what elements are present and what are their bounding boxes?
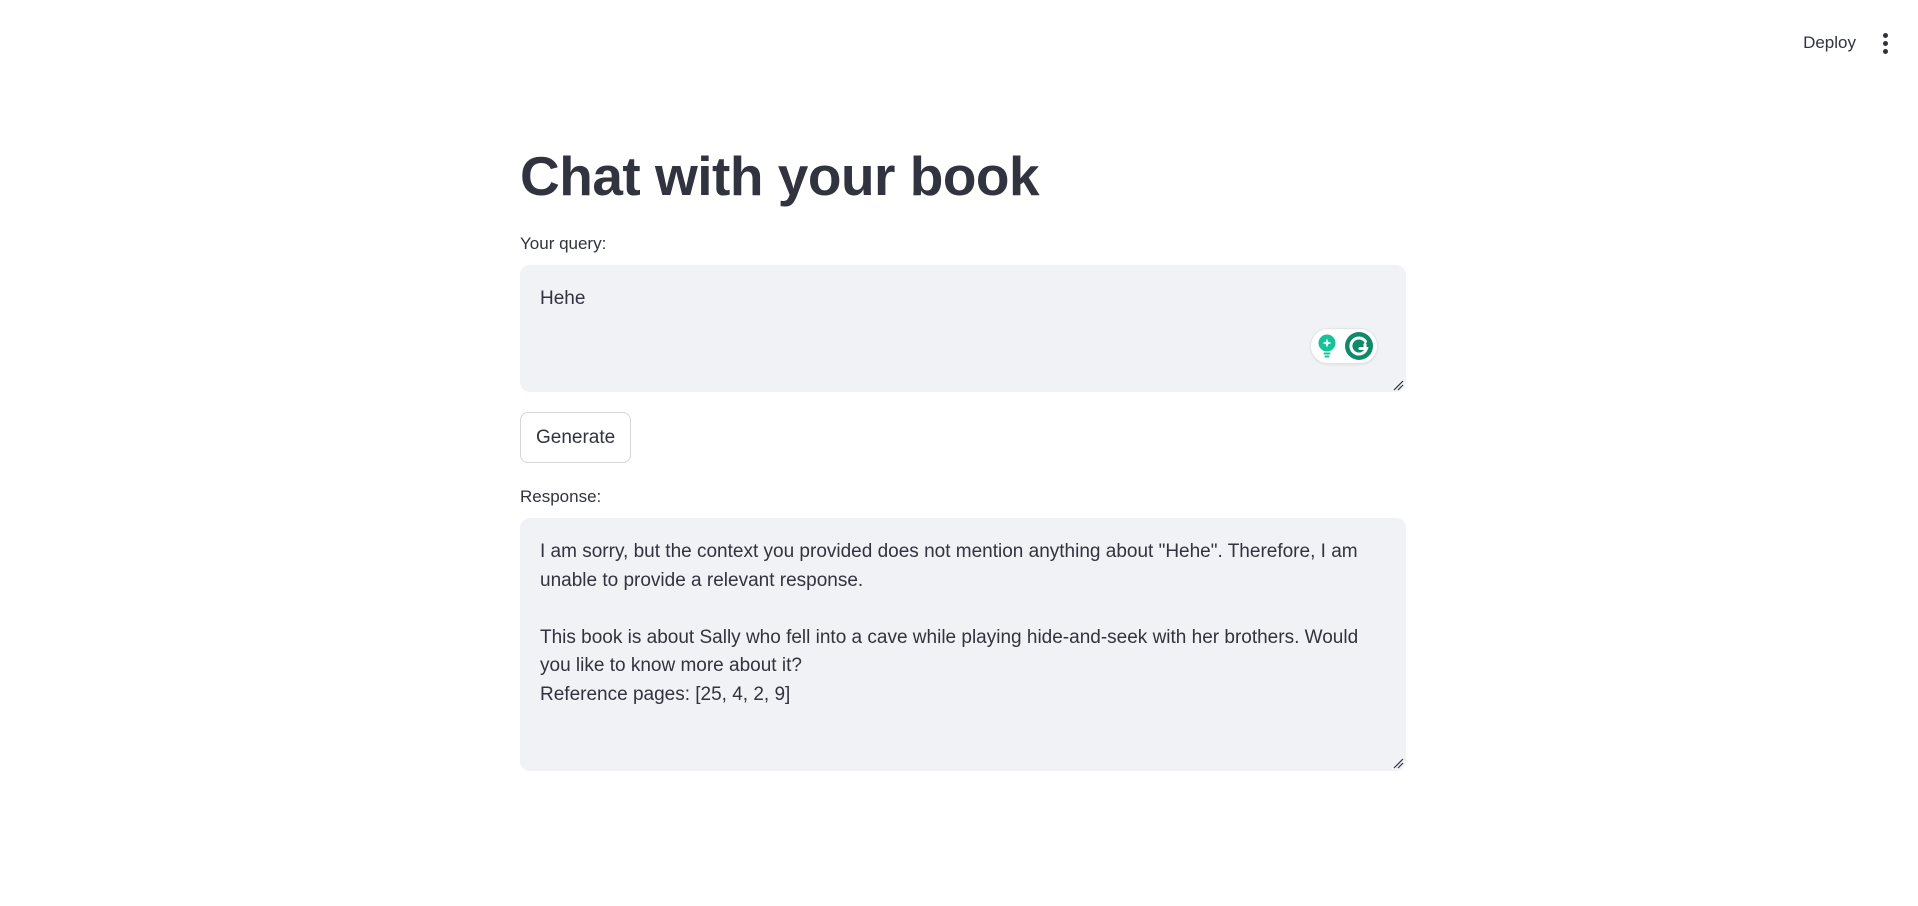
page-title: Chat with your book (520, 145, 1040, 207)
response-textarea[interactable]: I am sorry, but the context you provided… (520, 518, 1406, 771)
resize-handle-icon[interactable] (1392, 757, 1404, 769)
menu-dot (1882, 40, 1888, 46)
response-label: Response: (520, 487, 602, 506)
main-menu-button[interactable] (1872, 26, 1898, 60)
query-label: Your query: (520, 234, 607, 253)
grammarly-g-icon[interactable] (1344, 331, 1374, 361)
query-textarea[interactable]: Hehe (520, 265, 1406, 392)
lightbulb-icon[interactable] (1314, 332, 1340, 360)
app-header: Deploy (0, 0, 1918, 86)
more-vertical-icon (1882, 32, 1888, 38)
menu-dot (1882, 48, 1888, 54)
grammarly-widget[interactable] (1310, 328, 1378, 364)
generate-button[interactable]: Generate (520, 412, 632, 463)
resize-handle-icon[interactable] (1392, 379, 1404, 391)
deploy-button[interactable]: Deploy (1791, 26, 1868, 60)
